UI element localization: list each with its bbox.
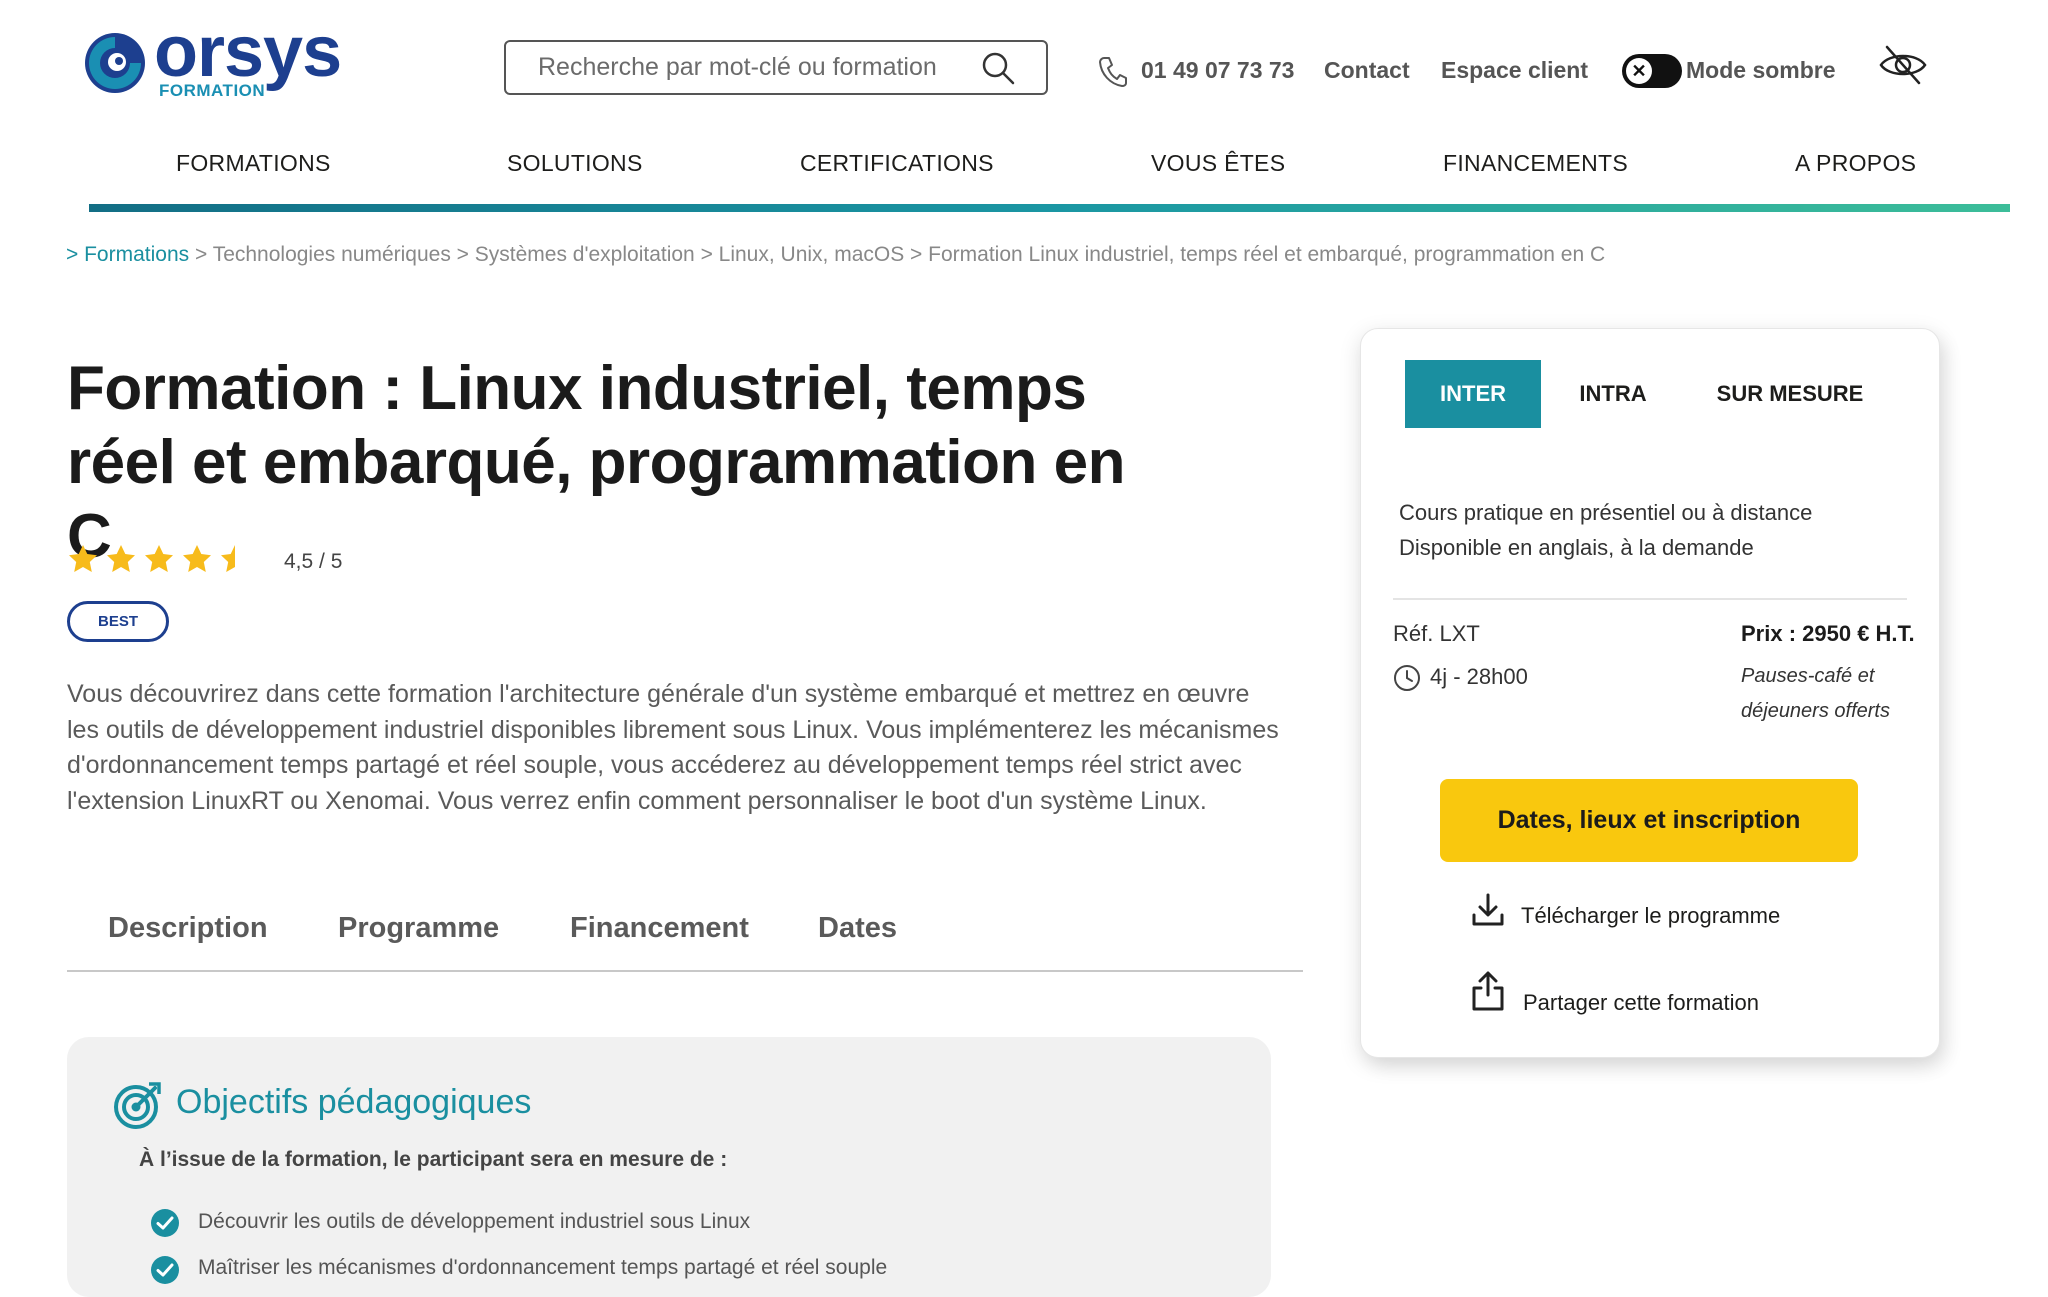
star-icon [69, 545, 97, 572]
objectives-intro: À l’issue de la formation, le participan… [139, 1148, 728, 1171]
phone-number-link[interactable]: 01 49 07 73 73 [1141, 55, 1294, 85]
objective-item: Découvrir les outils de développement in… [198, 1210, 751, 1233]
dark-mode-label: Mode sombre [1686, 57, 1836, 83]
course-price: Prix : 2950 € H.T. [1741, 621, 1915, 646]
nav-a-propos[interactable]: A PROPOS [1795, 150, 1916, 177]
star-icon [145, 545, 173, 572]
orsys-logo[interactable]: orsys FORMATION [80, 16, 360, 104]
tab-intra[interactable]: INTRA [1560, 360, 1666, 428]
logo-swirl-icon [85, 33, 145, 93]
tab-inter[interactable]: INTER [1405, 360, 1541, 428]
nav-vous-etes[interactable]: VOUS ÊTES [1151, 150, 1285, 177]
target-icon [114, 1082, 161, 1129]
eye-off-icon[interactable] [1878, 42, 1928, 88]
card-info-line: Disponible en anglais, à la demande [1399, 535, 1754, 560]
rating-value: 4,5 / 5 [284, 550, 343, 573]
nav-underline [89, 204, 2010, 212]
course-duration: 4j - 28h00 [1430, 664, 1528, 689]
tab-dates[interactable]: Dates [818, 912, 897, 945]
enrollment-card [1360, 328, 1940, 1058]
search-icon[interactable] [980, 50, 1016, 86]
nav-solutions[interactable]: SOLUTIONS [507, 150, 643, 177]
breadcrumb-trail[interactable]: > Technologies numériques > Systèmes d'e… [189, 243, 1605, 266]
share-icon[interactable] [1471, 971, 1505, 1011]
logo-wordmark: orsys [154, 12, 342, 92]
contact-link[interactable]: Contact [1324, 55, 1410, 85]
card-divider [1393, 598, 1907, 600]
breadcrumb: > Formations > Technologies numériques >… [66, 243, 1605, 267]
dates-registration-button[interactable]: Dates, lieux et inscription [1440, 779, 1858, 862]
phone-icon [1099, 57, 1127, 87]
check-circle-icon [151, 1256, 179, 1284]
card-info-line: Cours pratique en présentiel ou à distan… [1399, 500, 1813, 525]
download-programme-link[interactable]: Télécharger le programme [1521, 903, 1780, 929]
logo-subtitle: FORMATION [159, 81, 266, 100]
client-space-link[interactable]: Espace client [1441, 55, 1588, 85]
nav-financements[interactable]: FINANCEMENTS [1443, 150, 1628, 177]
dark-mode-toggle[interactable]: ✕ [1622, 54, 1682, 88]
half-star-icon [221, 545, 235, 572]
tab-financement[interactable]: Financement [570, 912, 749, 945]
search-box [504, 40, 1048, 95]
course-description: Vous découvrirez dans cette formation l'… [67, 680, 1279, 815]
nav-formations[interactable]: FORMATIONS [176, 150, 331, 177]
clock-icon [1394, 665, 1420, 691]
star-icon [107, 545, 135, 572]
objectives-title: Objectifs pédagogiques [176, 1083, 532, 1121]
star-icon [183, 545, 211, 572]
download-icon[interactable] [1471, 893, 1505, 927]
nav-certifications[interactable]: CERTIFICATIONS [800, 150, 994, 177]
page-title: Formation : Linux industriel, temps réel… [67, 354, 1125, 571]
tab-sur-mesure[interactable]: SUR MESURE [1700, 360, 1880, 428]
tab-programme[interactable]: Programme [338, 912, 499, 945]
content-tabs: Description Programme Financement Dates [67, 890, 1303, 972]
tab-description[interactable]: Description [108, 912, 268, 945]
price-note: Pauses-café et [1741, 665, 1875, 687]
objective-item: Maîtriser les mécanismes d'ordonnancemen… [198, 1256, 888, 1279]
price-note: déjeuners offerts [1741, 700, 1890, 722]
share-course-link[interactable]: Partager cette formation [1523, 990, 1759, 1016]
best-badge: BEST [67, 601, 169, 642]
search-input[interactable] [536, 52, 980, 83]
close-icon: ✕ [1626, 58, 1652, 84]
rating-stars [67, 543, 251, 575]
check-circle-icon [151, 1209, 179, 1237]
breadcrumb-formations-link[interactable]: > Formations [66, 243, 189, 266]
course-reference: Réf. LXT [1393, 621, 1480, 646]
